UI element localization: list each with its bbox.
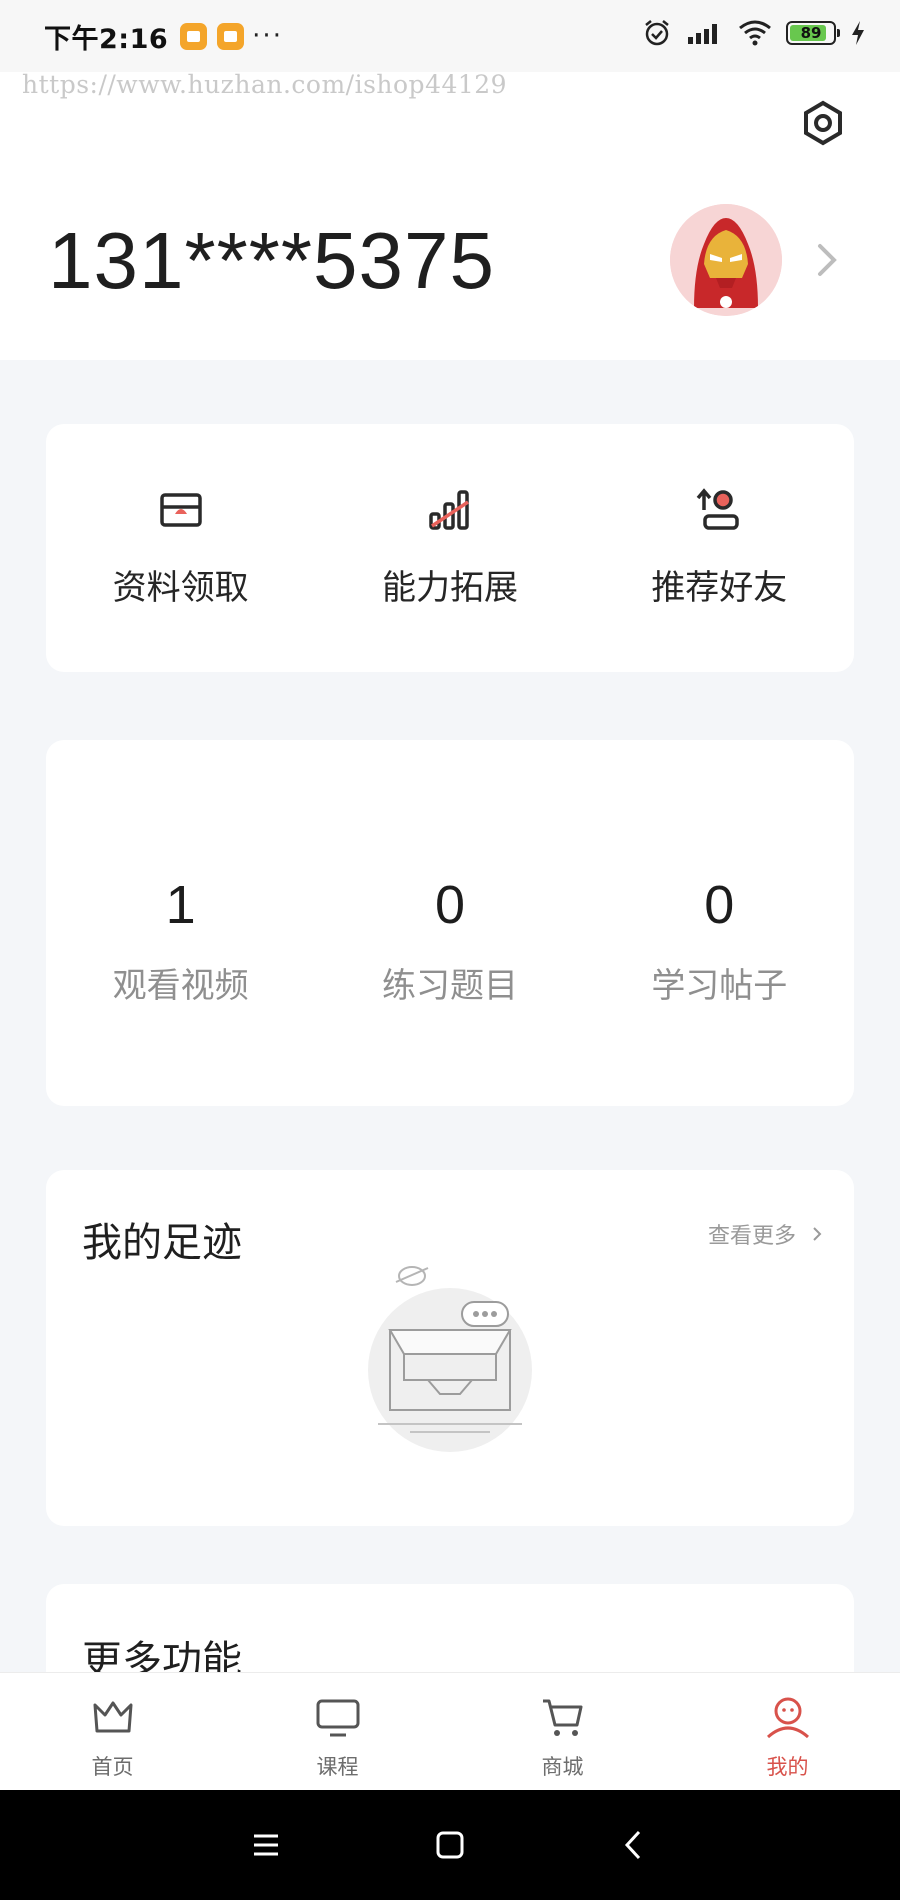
- status-bar: 下午2:16 ··· 89: [0, 0, 900, 72]
- tab-home[interactable]: 首页: [0, 1673, 225, 1790]
- tab-label: 我的: [766, 1755, 809, 1779]
- stat-label: 练习题目: [381, 966, 518, 1006]
- stat-value: 0: [434, 875, 466, 935]
- view-more-link[interactable]: 查看更多: [708, 1218, 822, 1250]
- notification-app-icon: [217, 22, 245, 50]
- stat-value: 1: [165, 875, 196, 935]
- monitor-icon: [316, 1699, 359, 1737]
- stat-posts-studied[interactable]: 0 学习帖子: [585, 740, 854, 1106]
- stat-label: 学习帖子: [651, 966, 788, 1006]
- settings-icon[interactable]: [800, 100, 846, 146]
- status-icons: 89: [642, 18, 866, 48]
- stat-questions-practiced[interactable]: 0 练习题目: [315, 740, 584, 1106]
- quick-action-label: 推荐好友: [651, 568, 788, 608]
- tab-label: 商城: [541, 1755, 584, 1779]
- watermark-text: https://www.huzhan.com/ishop44129: [22, 70, 508, 99]
- stat-videos-watched[interactable]: 1 观看视频: [46, 740, 315, 1106]
- more-notifications-icon: ···: [252, 21, 283, 51]
- notification-app-icon: [180, 22, 208, 50]
- ironman-avatar-image: [670, 204, 782, 316]
- chevron-right-icon[interactable]: [814, 240, 840, 280]
- empty-inbox-illustration: [368, 1266, 532, 1452]
- quick-action-label: 资料领取: [112, 568, 249, 608]
- quick-actions-card: 资料领取 能力拓展 推荐好友: [46, 424, 854, 672]
- learning-stats-card: 1 观看视频 0 练习题目 0 学习帖子: [46, 740, 854, 1106]
- user-icon: [766, 1697, 809, 1739]
- system-navigation-bar: [0, 1790, 900, 1900]
- quick-action-refer[interactable]: 推荐好友: [585, 424, 854, 672]
- tab-shop[interactable]: 商城: [450, 1673, 675, 1790]
- wifi-icon: [739, 20, 771, 46]
- tab-label: 课程: [316, 1755, 359, 1779]
- avatar[interactable]: [670, 204, 782, 316]
- bar-chart-icon: [429, 490, 469, 530]
- footprints-title: 我的足迹: [82, 1220, 242, 1266]
- tab-label: 首页: [91, 1755, 134, 1779]
- quick-action-ability[interactable]: 能力拓展: [315, 424, 584, 672]
- alarm-icon: [645, 20, 669, 46]
- crown-icon: [93, 1701, 132, 1733]
- menu-icon[interactable]: [249, 1828, 283, 1862]
- tab-courses[interactable]: 课程: [225, 1673, 450, 1790]
- battery-indicator: 89: [786, 21, 840, 45]
- quick-action-label: 能力拓展: [381, 568, 518, 608]
- briefcase-icon: [159, 493, 202, 527]
- home-square-icon[interactable]: [433, 1828, 467, 1862]
- tab-mine[interactable]: 我的: [675, 1673, 900, 1790]
- battery-level: 89: [800, 24, 822, 42]
- charging-icon: [852, 21, 864, 45]
- cart-icon: [542, 1699, 582, 1736]
- back-icon[interactable]: [617, 1828, 651, 1862]
- status-time: 下午2:16: [44, 23, 169, 55]
- bottom-tab-bar: 首页 课程 商城 我的: [0, 1672, 900, 1790]
- footprints-card: 我的足迹 查看更多: [46, 1170, 854, 1526]
- chevron-right-icon: [813, 1227, 822, 1241]
- user-phone-number[interactable]: 131****5375: [48, 215, 495, 307]
- stat-value: 0: [704, 875, 735, 935]
- view-more-label: 查看更多: [707, 1224, 796, 1249]
- stat-label: 观看视频: [112, 966, 249, 1006]
- signal-icon: [688, 24, 717, 44]
- person-share-icon: [696, 488, 740, 530]
- quick-action-materials[interactable]: 资料领取: [46, 424, 315, 672]
